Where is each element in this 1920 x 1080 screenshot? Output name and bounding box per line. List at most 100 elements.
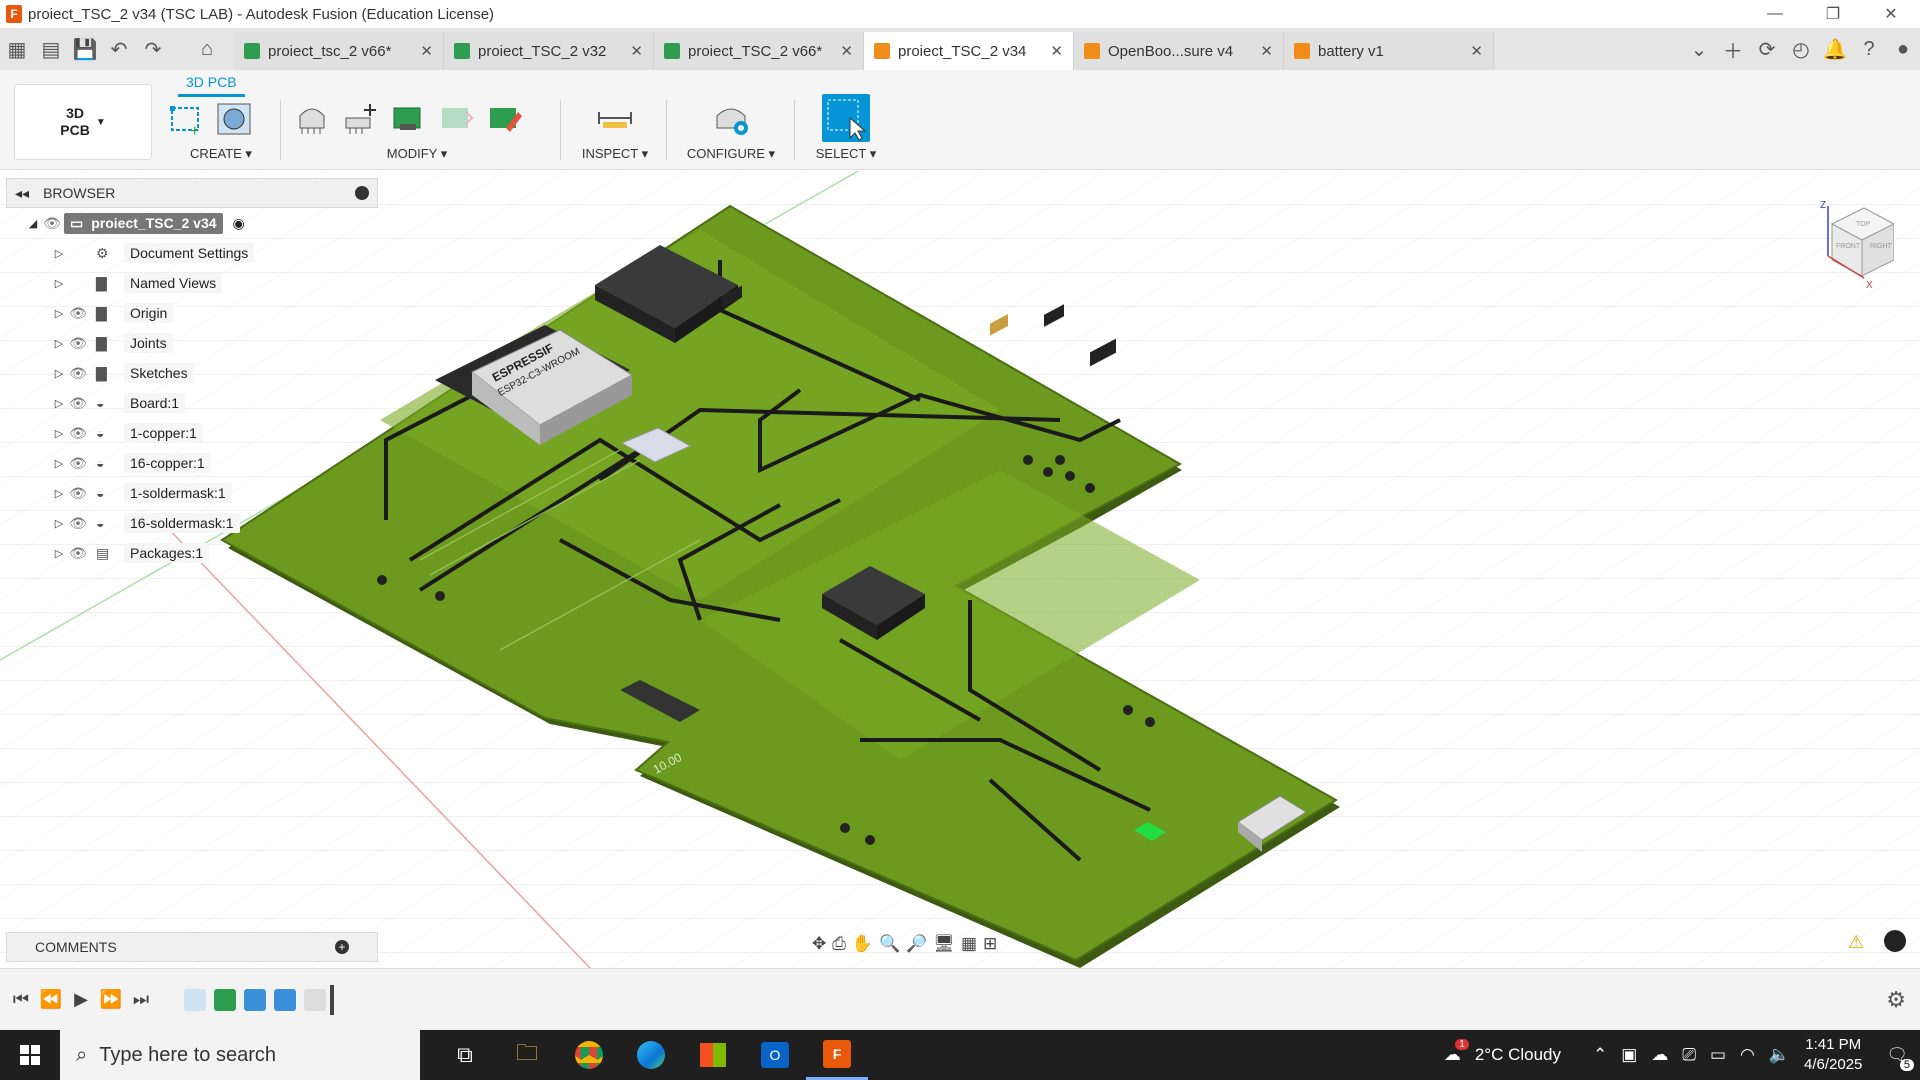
task-view-icon[interactable]: ⧉ (434, 1030, 496, 1080)
close-tab-icon[interactable]: ✕ (1260, 42, 1273, 60)
home-icon[interactable]: ⌂ (190, 32, 224, 66)
browser-tree-item[interactable]: ▷ 👁 ◒ 1-copper:1 (6, 418, 378, 448)
file-explorer-icon[interactable]: 🗀 (496, 1030, 558, 1080)
move-component-icon[interactable] (340, 98, 380, 138)
expand-arrow-icon[interactable]: ▷ (52, 247, 66, 260)
close-tab-icon[interactable]: ✕ (1470, 42, 1483, 60)
timeline-image-feature-2-icon[interactable] (274, 988, 296, 1011)
expand-arrow-icon[interactable]: ▷ (52, 547, 66, 560)
workspace-switcher-button[interactable]: 3D PCB ▼ (14, 84, 152, 160)
browser-tree-item[interactable]: ▷ ▇ Named Views (6, 268, 378, 298)
volume-icon[interactable]: 🔈 (1769, 1045, 1790, 1065)
zoom-window-icon[interactable]: 🔎 (906, 934, 927, 954)
taskbar-clock[interactable]: 1:41 PM 4/6/2025 (1804, 1035, 1862, 1075)
expand-arrow-icon[interactable]: ▷ (52, 517, 66, 530)
visibility-eye-icon[interactable]: 👁 (40, 215, 64, 232)
timeline-last-icon[interactable]: ⏭ (126, 989, 156, 1010)
document-tab[interactable]: proiect_TSC_2 v32 ✕ (444, 32, 654, 70)
pull-from-board-icon[interactable] (436, 98, 476, 138)
browser-root-item[interactable]: ◢ 👁 ▭ proiect_TSC_2 v34 ◉ (6, 208, 378, 238)
document-tab[interactable]: battery v1 ✕ (1284, 32, 1494, 70)
chrome-icon[interactable] (558, 1030, 620, 1080)
configure-group-label[interactable]: CONFIGURE ▾ (676, 146, 786, 162)
activate-radio-icon[interactable]: ◉ (233, 215, 245, 232)
create-group-label[interactable]: CREATE ▾ (166, 146, 276, 162)
zoom-icon[interactable]: 🔍 (879, 934, 900, 954)
view-cube[interactable]: TOP FRONT RIGHT Z X (1814, 196, 1896, 291)
edit-board-icon[interactable] (484, 98, 524, 138)
job-status-icon[interactable]: ◴ (1784, 32, 1818, 66)
notifications-bell-icon[interactable]: 🔔 (1818, 32, 1852, 66)
new-tab-plus-icon[interactable]: ＋ (1716, 32, 1750, 66)
battery-icon[interactable]: ▭ (1710, 1045, 1726, 1065)
expand-arrow-icon[interactable]: ▷ (52, 277, 66, 290)
minimize-button[interactable]: — (1746, 0, 1804, 28)
user-avatar[interactable]: ● (1886, 32, 1920, 66)
browser-minimize-icon[interactable] (355, 186, 369, 200)
comments-panel[interactable]: COMMENTS + (6, 932, 378, 962)
document-tab[interactable]: proiect_TSC_2 v34 ✕ (864, 32, 1074, 70)
look-at-icon[interactable]: ⎙ (832, 934, 846, 954)
visibility-eye-icon[interactable]: 👁 (66, 365, 90, 382)
timeline-board-feature-icon[interactable] (214, 988, 236, 1011)
weather-text[interactable]: 2°C Cloudy (1475, 1045, 1561, 1065)
timeline-first-icon[interactable]: ⏮ (6, 989, 36, 1010)
visibility-eye-icon[interactable]: 👁 (66, 425, 90, 442)
browser-tree-item[interactable]: ▷ 👁 ◒ Board:1 (6, 388, 378, 418)
modify-package-icon[interactable] (292, 98, 332, 138)
inspect-group-label[interactable]: INSPECT ▾ (572, 146, 658, 162)
modify-group-label[interactable]: MODIFY ▾ (292, 146, 542, 162)
close-tab-icon[interactable]: ✕ (630, 42, 643, 60)
browser-tree-item[interactable]: ▷ ⚙ Document Settings (6, 238, 378, 268)
push-to-board-icon[interactable] (388, 98, 428, 138)
timeline-image-feature-icon[interactable] (244, 988, 266, 1011)
edge-icon[interactable] (620, 1030, 682, 1080)
notification-center-icon[interactable]: 🗨 5 (1886, 1045, 1914, 1071)
visibility-eye-icon[interactable]: 👁 (66, 395, 90, 412)
expand-arrow-icon[interactable]: ▷ (52, 427, 66, 440)
viewport-extra-icon[interactable] (1884, 930, 1906, 952)
tab-overflow-chevron-icon[interactable]: ⌄ (1682, 32, 1716, 66)
visibility-eye-icon[interactable]: 👁 (66, 305, 90, 322)
fusion-taskbar-icon[interactable]: F (806, 1030, 868, 1080)
document-tab[interactable]: proiect_tsc_2 v66* ✕ (234, 32, 444, 70)
taskbar-search-box[interactable]: ⌕ Type here to search (60, 1030, 420, 1080)
microsoft-store-icon[interactable] (682, 1030, 744, 1080)
visibility-eye-icon[interactable]: 👁 (66, 515, 90, 532)
browser-tree-item[interactable]: ▷ 👁 ▇ Joints (6, 328, 378, 358)
wifi-icon[interactable]: ◠ (1740, 1045, 1755, 1065)
document-tab[interactable]: proiect_TSC_2 v66* ✕ (654, 32, 864, 70)
pan-hand-icon[interactable]: ✋ (852, 934, 873, 954)
browser-tree-item[interactable]: ▷ 👁 ◒ 1-soldermask:1 (6, 478, 378, 508)
onedrive-cloud-icon[interactable]: ☁ (1651, 1045, 1668, 1065)
expand-arrow-icon[interactable]: ▷ (52, 457, 66, 470)
timeline-previous-icon[interactable]: ⏪ (36, 989, 66, 1010)
weather-icon[interactable]: ☁ 1 (1444, 1039, 1469, 1065)
add-comment-icon[interactable]: + (335, 940, 349, 954)
configure-settings-icon[interactable] (711, 98, 751, 138)
expand-arrow-icon[interactable]: ▷ (52, 487, 66, 500)
document-tab[interactable]: OpenBoo...sure v4 ✕ (1074, 32, 1284, 70)
visibility-eye-icon[interactable]: 👁 (66, 485, 90, 502)
close-tab-icon[interactable]: ✕ (840, 42, 853, 60)
visibility-eye-icon[interactable]: 👁 (66, 335, 90, 352)
close-tab-icon[interactable]: ✕ (420, 42, 433, 60)
outlook-icon[interactable]: O (744, 1030, 806, 1080)
display-settings-icon[interactable]: 🖥 (933, 934, 955, 954)
undo-icon[interactable]: ↶ (102, 32, 136, 66)
timeline-settings-gear-icon[interactable]: ⚙ (1886, 987, 1906, 1013)
timeline-play-icon[interactable]: ▶ (66, 989, 96, 1010)
browser-tree-item[interactable]: ▷ 👁 ◒ 16-copper:1 (6, 448, 378, 478)
orbit-icon[interactable]: ✥ (812, 934, 826, 954)
expand-arrow-icon[interactable]: ▷ (52, 337, 66, 350)
browser-header[interactable]: ◂◂ BROWSER (6, 178, 378, 208)
close-tab-icon[interactable]: ✕ (1050, 42, 1063, 60)
grid-settings-icon[interactable]: ▦ (961, 934, 977, 954)
timeline-feature-icon[interactable] (304, 988, 326, 1011)
extensions-icon[interactable]: ⟳ (1750, 32, 1784, 66)
file-menu-icon[interactable]: ▤ (34, 32, 68, 66)
browser-tree-item[interactable]: ▷ 👁 ▤ Packages:1 (6, 538, 378, 568)
visibility-eye-icon[interactable]: 👁 (66, 455, 90, 472)
data-panel-grid-icon[interactable]: ▦ (0, 32, 34, 66)
viewports-icon[interactable]: ⊞ (983, 934, 997, 954)
